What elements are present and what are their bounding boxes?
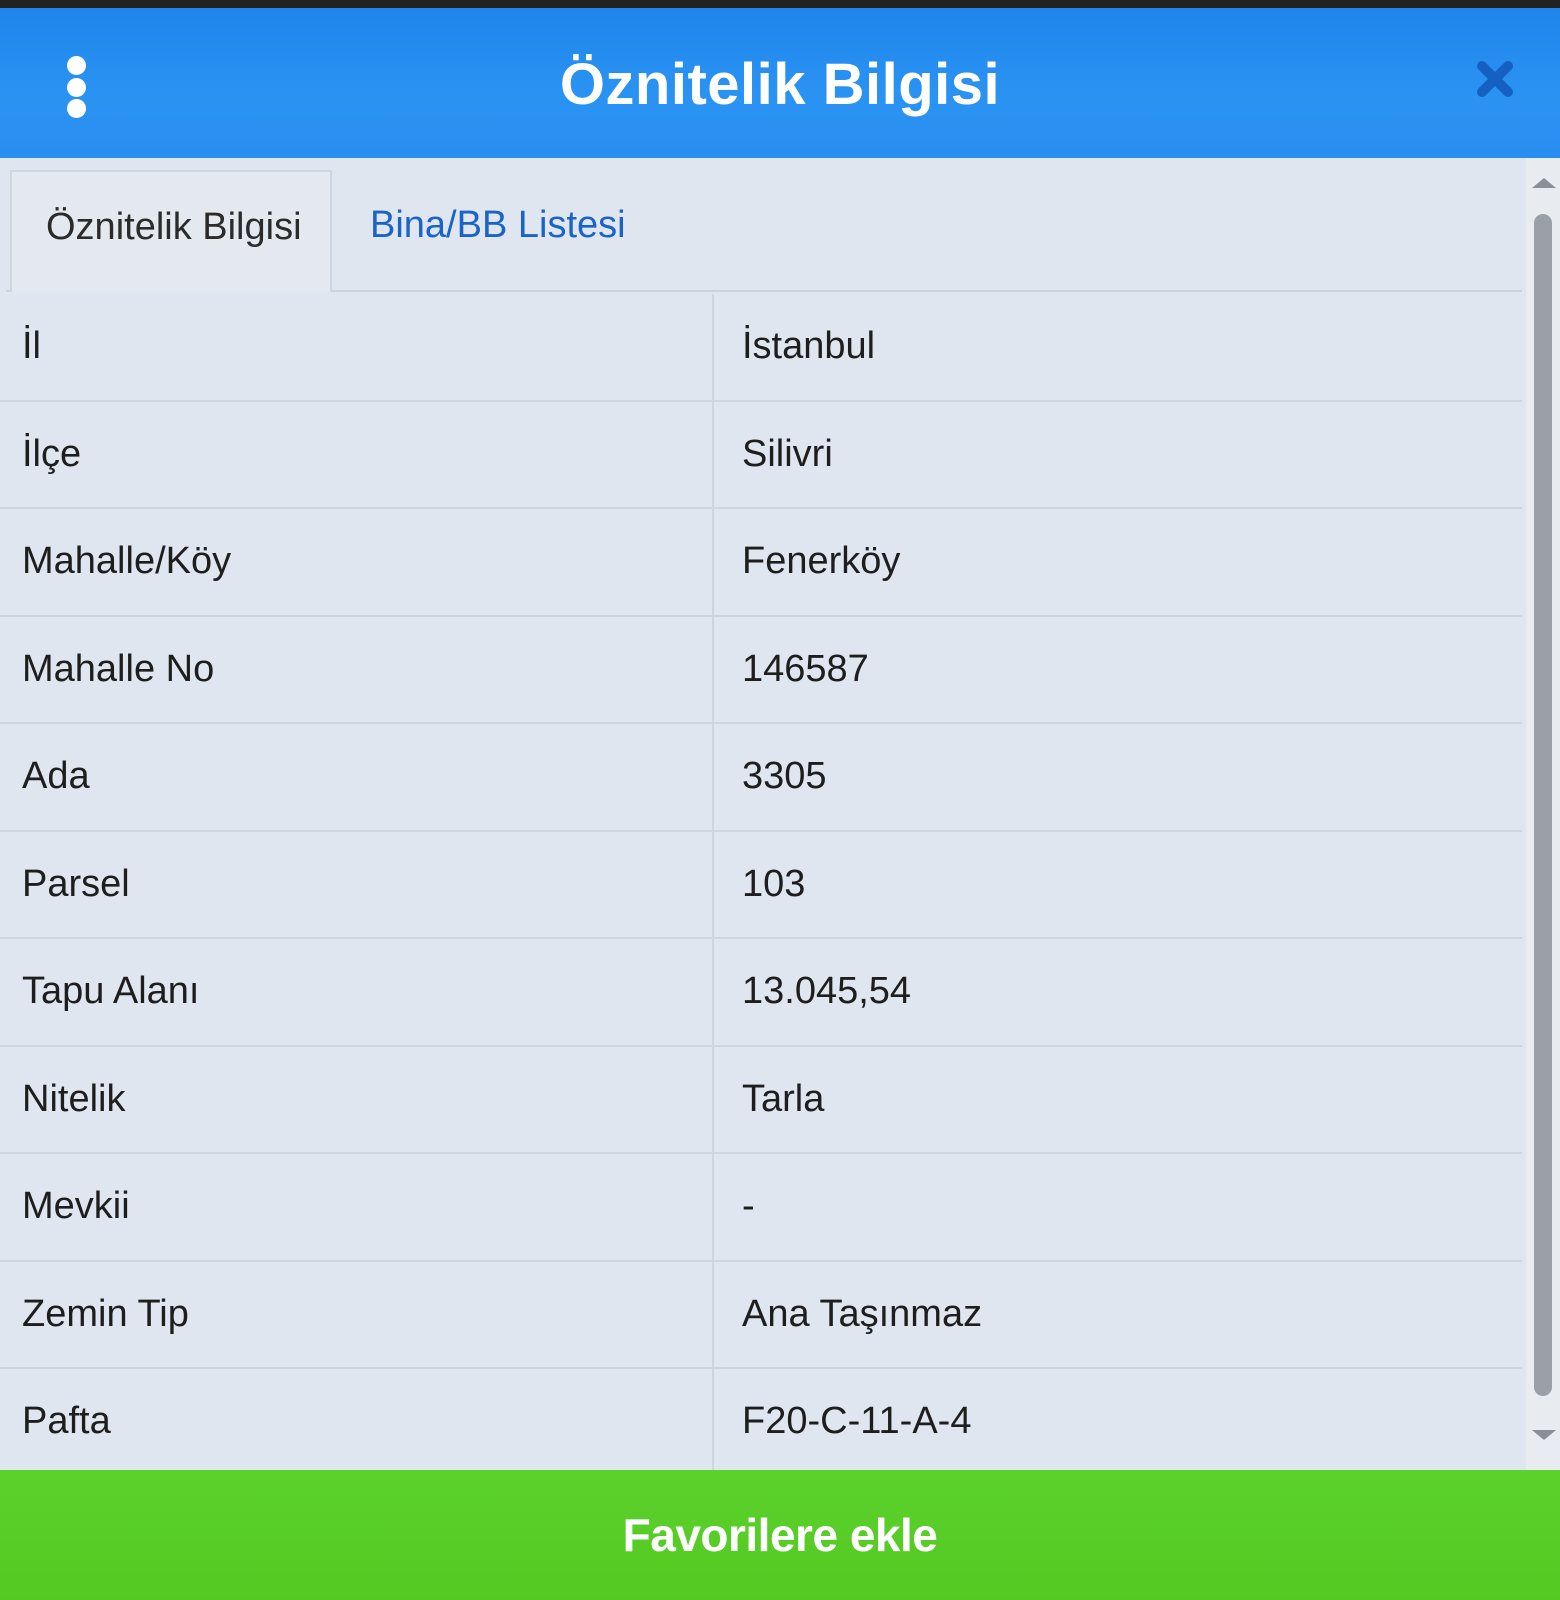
attribute-key: Mevkii	[0, 1154, 714, 1260]
table-row: Pafta F20-C-11-A-4	[0, 1369, 1522, 1477]
attribute-key: Ada	[0, 724, 714, 830]
table-row: Mevkii -	[0, 1154, 1522, 1262]
attribute-key: İlçe	[0, 401, 714, 507]
header-bar: Öznitelik Bilgisi	[0, 8, 1560, 158]
attribute-key: Tapu Alanı	[0, 939, 714, 1045]
table-row: İlçe Silivri	[0, 401, 1522, 509]
page-title: Öznitelik Bilgisi	[559, 52, 1001, 117]
tab-bar: Öznitelik Bilgisi Bina/BB Listesi	[6, 170, 1522, 292]
add-to-favorites-button[interactable]: Favorilere ekle	[0, 1470, 1560, 1600]
table-row: Nitelik Tarla	[0, 1046, 1522, 1154]
add-to-favorites-label: Favorilere ekle	[622, 1509, 938, 1561]
scroll-up-arrow-icon[interactable]	[1532, 178, 1556, 188]
attribute-info-window: Öznitelik Bilgisi Öznitelik Bilgisi Bina…	[0, 0, 1560, 1600]
attribute-key: Pafta	[0, 1369, 714, 1475]
attribute-value: Silivri	[742, 432, 833, 475]
tab-attribute-info[interactable]: Öznitelik Bilgisi	[10, 170, 332, 292]
attribute-key: Nitelik	[0, 1046, 714, 1152]
attribute-value: F20-C-11-A-4	[742, 1400, 972, 1443]
attribute-value: Fenerköy	[742, 540, 901, 583]
table-row: Ada 3305	[0, 724, 1522, 832]
scroll-down-arrow-icon[interactable]	[1532, 1430, 1556, 1440]
tab-building-list[interactable]: Bina/BB Listesi	[336, 170, 660, 292]
top-edge	[0, 0, 1560, 8]
attribute-value: 103	[742, 862, 806, 905]
table-row: Mahalle No 146587	[0, 616, 1522, 724]
attribute-value: 3305	[742, 755, 827, 798]
attribute-value: Ana Taşınmaz	[742, 1292, 983, 1335]
attribute-key: Zemin Tip	[0, 1261, 714, 1367]
attribute-value: 146587	[742, 647, 869, 690]
attribute-key: Mahalle No	[0, 616, 714, 722]
table-row: Tapu Alanı 13.045,54	[0, 939, 1522, 1047]
attribute-value: 13.045,54	[742, 970, 912, 1013]
close-icon[interactable]	[1476, 60, 1532, 116]
scrollbar-thumb[interactable]	[1534, 214, 1552, 1396]
attribute-value: Tarla	[742, 1077, 825, 1120]
table-row: Mahalle/Köy Fenerköy	[0, 509, 1522, 617]
attribute-table: İl İstanbul İlçe Silivri Mahalle/Köy Fen…	[0, 294, 1522, 1477]
table-row: Parsel 103	[0, 831, 1522, 939]
attribute-value: İstanbul	[742, 325, 876, 368]
content-panel: Öznitelik Bilgisi Bina/BB Listesi İl İst…	[0, 158, 1560, 1477]
attribute-value: -	[742, 1185, 755, 1228]
attribute-key: Parsel	[0, 831, 714, 937]
table-row: İl İstanbul	[0, 294, 1522, 402]
attribute-key: İl	[0, 294, 714, 400]
table-row: Zemin Tip Ana Taşınmaz	[0, 1261, 1522, 1369]
attribute-key: Mahalle/Köy	[0, 509, 714, 615]
